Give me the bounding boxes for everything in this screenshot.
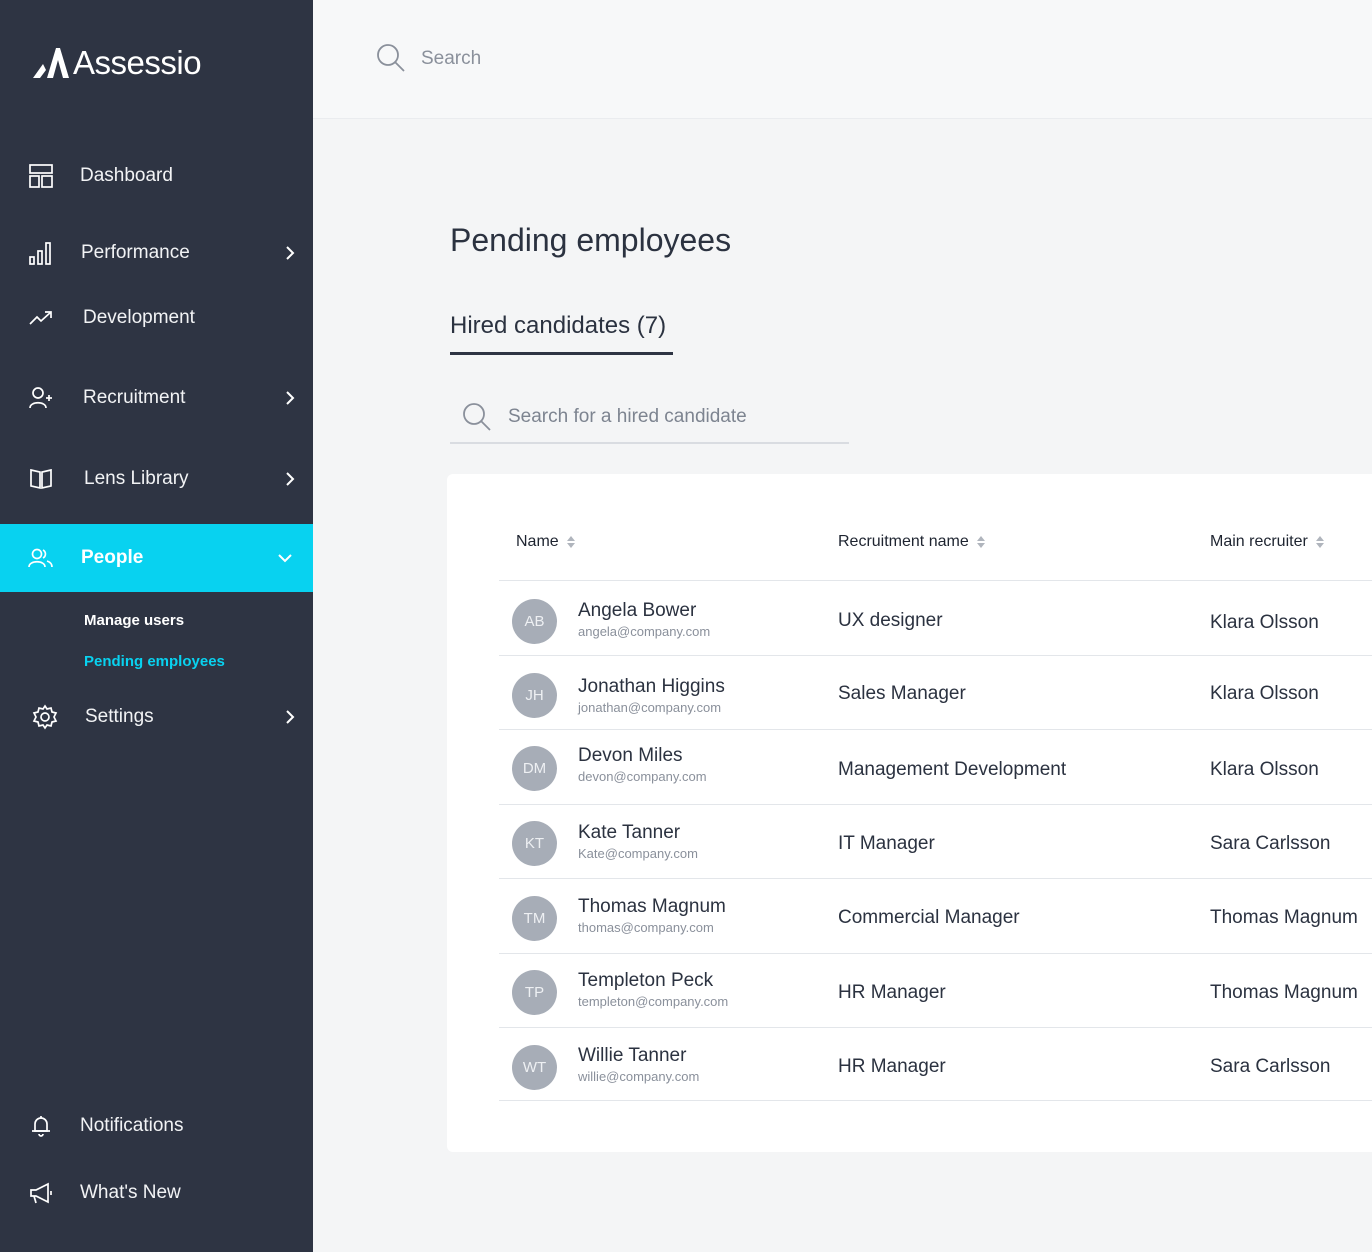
megaphone-icon — [28, 1180, 54, 1206]
avatar: AB — [512, 599, 557, 644]
candidate-email: devon@company.com — [578, 769, 707, 784]
main-recruiter: Thomas Magnum — [1210, 982, 1358, 1003]
recruitment-name: UX designer — [838, 610, 943, 631]
candidate-name: Willie Tanner — [578, 1045, 687, 1066]
sidebar-item-settings[interactable]: Settings — [0, 689, 313, 745]
sidebar-item-recruitment[interactable]: Recruitment — [0, 370, 313, 426]
sidebar-item-development[interactable]: Development — [0, 290, 313, 346]
table-row[interactable]: WT Willie Tanner willie@company.com HR M… — [499, 1027, 1372, 1101]
sidebar: Assessio Dashboard Performance Developme… — [0, 0, 313, 1252]
chevron-right-icon — [283, 710, 297, 724]
candidate-name: Jonathan Higgins — [578, 676, 725, 697]
sidebar-item-label: Performance — [81, 242, 190, 263]
candidate-email: thomas@company.com — [578, 920, 714, 935]
recruitment-name: IT Manager — [838, 833, 935, 854]
candidate-email: Kate@company.com — [578, 846, 698, 861]
table-row[interactable]: JH Jonathan Higgins jonathan@company.com… — [499, 655, 1372, 729]
sidebar-item-label: Lens Library — [84, 468, 189, 489]
candidate-name: Kate Tanner — [578, 822, 681, 843]
sidebar-item-whats-new[interactable]: What's New — [0, 1165, 313, 1221]
recruitment-name: HR Manager — [838, 1056, 946, 1077]
recruitment-name: Commercial Manager — [838, 907, 1020, 928]
candidate-name: Angela Bower — [578, 600, 697, 621]
global-search-input[interactable] — [421, 44, 821, 74]
logo-text: Assessio — [73, 44, 202, 81]
users-icon — [28, 545, 54, 571]
table-row[interactable]: KT Kate Tanner Kate@company.com IT Manag… — [499, 804, 1372, 878]
user-plus-icon — [28, 385, 54, 411]
candidate-email: willie@company.com — [578, 1069, 700, 1084]
subnav-manage-users[interactable]: Manage users — [84, 612, 184, 629]
gear-icon — [32, 704, 58, 730]
trend-up-icon — [28, 305, 54, 331]
logo[interactable]: Assessio — [33, 44, 202, 82]
logo-mark-icon — [33, 48, 69, 78]
sort-icon — [976, 536, 985, 548]
candidate-search-input[interactable] — [508, 402, 838, 432]
chevron-right-icon — [283, 472, 297, 486]
sidebar-item-label: Recruitment — [83, 387, 186, 408]
chevron-right-icon — [283, 246, 297, 260]
column-header-main-recruiter[interactable]: Main recruiter — [1210, 533, 1325, 551]
sidebar-item-dashboard[interactable]: Dashboard — [0, 148, 313, 204]
table-row[interactable]: AB Angela Bower angela@company.com UX de… — [499, 580, 1372, 654]
candidate-email: angela@company.com — [578, 624, 711, 639]
sidebar-item-performance[interactable]: Performance — [0, 225, 313, 281]
chevron-down-icon — [278, 551, 292, 565]
sidebar-item-label: People — [81, 547, 144, 568]
main-recruiter: Klara Olsson — [1210, 612, 1319, 633]
sidebar-item-label: Dashboard — [80, 165, 173, 186]
candidate-email: templeton@company.com — [578, 994, 729, 1009]
recruitment-name: Management Development — [838, 759, 1067, 780]
avatar: TP — [512, 970, 557, 1015]
sidebar-item-label: Settings — [85, 706, 154, 727]
search-icon — [463, 403, 491, 431]
column-header-label: Recruitment name — [838, 533, 969, 550]
column-header-label: Main recruiter — [1210, 533, 1308, 550]
avatar: WT — [512, 1045, 557, 1090]
top-bar — [313, 0, 1372, 119]
sidebar-item-lens-library[interactable]: Lens Library — [0, 451, 313, 507]
dashboard-icon — [28, 163, 54, 189]
sidebar-item-notifications[interactable]: Notifications — [0, 1098, 313, 1154]
candidate-name: Devon Miles — [578, 745, 683, 766]
bar-chart-icon — [28, 240, 54, 266]
candidate-name: Thomas Magnum — [578, 896, 726, 917]
recruitment-name: Sales Manager — [838, 683, 966, 704]
column-header-label: Name — [516, 533, 559, 550]
chevron-right-icon — [283, 391, 297, 405]
recruitment-name: HR Manager — [838, 982, 946, 1003]
search-icon — [377, 44, 405, 72]
book-icon — [28, 466, 54, 492]
main-recruiter: Sara Carlsson — [1210, 833, 1331, 854]
candidate-name: Templeton Peck — [578, 970, 714, 991]
avatar: KT — [512, 821, 557, 866]
sidebar-item-label: Notifications — [80, 1115, 184, 1136]
main-recruiter: Klara Olsson — [1210, 759, 1319, 780]
avatar: DM — [512, 746, 557, 791]
sidebar-item-label: What's New — [80, 1182, 181, 1203]
sidebar-item-label: Development — [83, 307, 195, 328]
avatar: JH — [512, 673, 557, 718]
table-row[interactable]: TP Templeton Peck templeton@company.com … — [499, 953, 1372, 1027]
main-recruiter: Klara Olsson — [1210, 683, 1319, 704]
table-row[interactable]: TM Thomas Magnum thomas@company.com Comm… — [499, 878, 1372, 952]
table-row[interactable]: DM Devon Miles devon@company.com Managem… — [499, 729, 1372, 803]
sidebar-item-people[interactable]: People — [0, 524, 313, 592]
column-header-name[interactable]: Name — [516, 533, 576, 551]
sort-icon — [566, 536, 575, 548]
sort-icon — [1315, 536, 1324, 548]
bell-icon — [28, 1113, 54, 1139]
avatar: TM — [512, 896, 557, 941]
candidate-email: jonathan@company.com — [578, 700, 722, 715]
main-recruiter: Thomas Magnum — [1210, 907, 1358, 928]
candidate-search — [450, 396, 849, 444]
subnav-pending-employees[interactable]: Pending employees — [84, 653, 225, 670]
page-title: Pending employees — [450, 222, 732, 258]
tab-hired-candidates[interactable]: Hired candidates (7) — [450, 312, 673, 355]
column-header-recruitment-name[interactable]: Recruitment name — [838, 533, 986, 551]
main-recruiter: Sara Carlsson — [1210, 1056, 1331, 1077]
